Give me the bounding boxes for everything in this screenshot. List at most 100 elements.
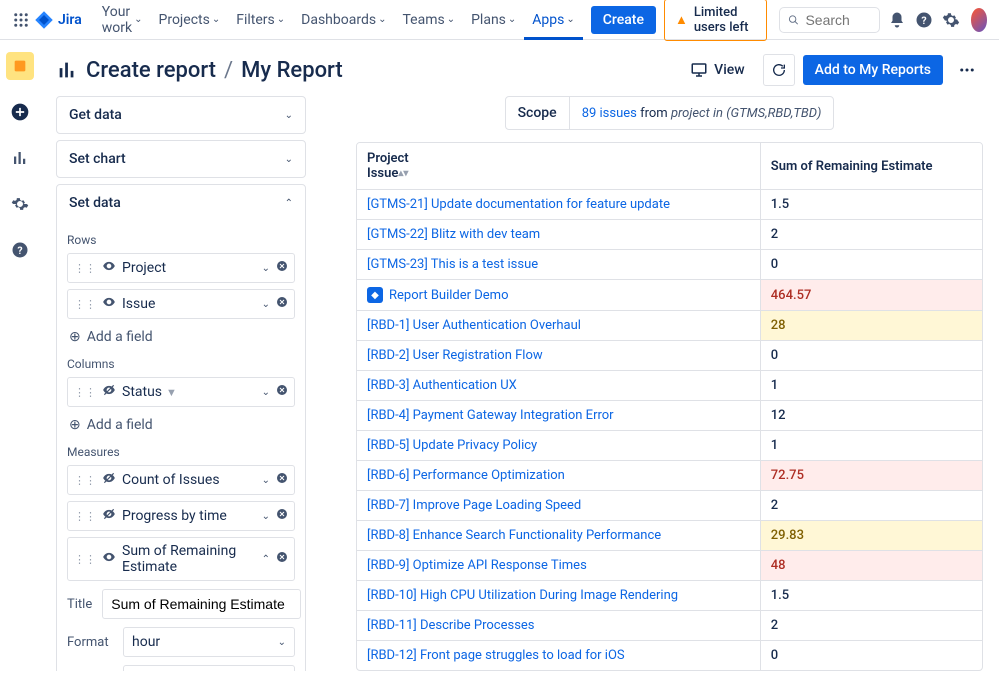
more-button[interactable]	[951, 54, 983, 86]
eye-off-icon[interactable]	[102, 507, 116, 525]
reports-icon[interactable]	[6, 144, 34, 172]
table-row: [RBD-3] Authentication UX1	[357, 371, 982, 401]
remove-icon[interactable]	[276, 472, 288, 488]
issue-link[interactable]: [RBD-11] Describe Processes	[367, 618, 535, 633]
eye-off-icon[interactable]	[102, 383, 116, 401]
breadcrumb-create[interactable]: Create report	[86, 58, 216, 83]
issue-link[interactable]: [RBD-9] Optimize API Response Times	[367, 558, 587, 573]
format-value: hour	[132, 634, 160, 650]
issue-link[interactable]: [GTMS-22] Blitz with dev team	[367, 227, 540, 242]
monitor-icon	[690, 61, 708, 79]
issue-link[interactable]: [RBD-4] Payment Gateway Integration Erro…	[367, 408, 614, 423]
add-to-reports-button[interactable]: Add to My Reports	[803, 55, 943, 85]
drag-icon[interactable]: ⋮⋮	[74, 298, 96, 311]
col-sum-remaining[interactable]: Sum of Remaining Estimate	[760, 143, 982, 190]
issue-link[interactable]: [RBD-7] Improve Page Loading Speed	[367, 498, 581, 513]
help-icon[interactable]: ?	[915, 6, 934, 34]
drag-icon[interactable]: ⋮⋮	[74, 262, 96, 275]
value-cell: 0	[760, 341, 982, 371]
app-switcher-icon[interactable]	[12, 8, 30, 32]
chevron-down-icon[interactable]: ⌄	[262, 387, 270, 398]
issue-link[interactable]: [RBD-2] User Registration Flow	[367, 348, 543, 363]
refresh-button[interactable]	[763, 54, 795, 86]
issue-link[interactable]: [GTMS-21] Update documentation for featu…	[367, 197, 670, 212]
table-row: [RBD-4] Payment Gateway Integration Erro…	[357, 401, 982, 431]
create-button[interactable]: Create	[591, 6, 656, 34]
help-rail-icon[interactable]: ?	[6, 236, 34, 264]
topbar: Jira Your work⌄Projects⌄Filters⌄Dashboar…	[0, 0, 999, 40]
chevron-down-icon[interactable]: ⌄	[262, 475, 270, 486]
remove-icon[interactable]	[276, 260, 288, 276]
add-icon[interactable]	[6, 98, 34, 126]
set-chart-panel[interactable]: Set chart ⌄	[57, 141, 305, 177]
add-column-field[interactable]: ⊕ Add a field	[67, 413, 295, 437]
issue-link[interactable]: [RBD-10] High CPU Utilization During Ima…	[367, 588, 678, 603]
columns-label: Columns	[67, 357, 295, 371]
add-row-field[interactable]: ⊕ Add a field	[67, 325, 295, 349]
locale-select[interactable]: 123456.78 ⌄	[123, 665, 295, 671]
project-link[interactable]: Report Builder Demo	[389, 288, 509, 303]
field-status[interactable]: ⋮⋮Status▼⌄	[67, 377, 295, 407]
drag-icon[interactable]: ⋮⋮	[74, 386, 96, 399]
search-box[interactable]	[779, 7, 880, 33]
gear-icon[interactable]	[6, 190, 34, 218]
nav-projects[interactable]: Projects⌄	[151, 0, 229, 40]
search-input[interactable]	[805, 12, 870, 28]
nav-your-work[interactable]: Your work⌄	[94, 0, 151, 40]
drag-icon[interactable]: ⋮⋮	[74, 510, 96, 523]
eye-icon[interactable]	[102, 550, 116, 568]
value-cell: 1.5	[760, 581, 982, 611]
issue-link[interactable]: [GTMS-23] This is a test issue	[367, 257, 538, 272]
settings-icon[interactable]	[942, 6, 961, 34]
field-project[interactable]: ⋮⋮Project⌄	[67, 253, 295, 283]
field-sum-of-remaining-estimate[interactable]: ⋮⋮Sum of Remaining Estimate⌃	[67, 537, 295, 581]
eye-icon[interactable]	[102, 259, 116, 277]
eye-icon[interactable]	[102, 295, 116, 313]
nav-filters[interactable]: Filters⌄	[228, 0, 293, 40]
remove-icon[interactable]	[276, 296, 288, 312]
remove-icon[interactable]	[276, 508, 288, 524]
measures-label: Measures	[67, 445, 295, 459]
nav-teams[interactable]: Teams⌄	[394, 0, 463, 40]
drag-icon[interactable]: ⋮⋮	[74, 553, 96, 566]
chevron-down-icon[interactable]: ⌄	[262, 511, 270, 522]
app-icon[interactable]	[6, 52, 34, 80]
field-progress-by-time[interactable]: ⋮⋮Progress by time⌄	[67, 501, 295, 531]
notifications-icon[interactable]	[888, 6, 907, 34]
limited-users-badge[interactable]: ▲ Limited users left	[664, 0, 767, 41]
issue-link[interactable]: [RBD-3] Authentication UX	[367, 378, 517, 393]
issue-link[interactable]: [RBD-5] Update Privacy Policy	[367, 438, 537, 453]
jira-logo[interactable]: Jira	[34, 10, 82, 30]
set-data-panel[interactable]: Set data ⌃	[57, 185, 305, 221]
table-row: [RBD-13] Product Catalog Management74.5	[357, 671, 982, 672]
value-cell: 2	[760, 491, 982, 521]
chevron-down-icon: ⌄	[285, 154, 293, 165]
remove-icon[interactable]	[276, 551, 288, 567]
chevron-down-icon[interactable]: ⌄	[262, 299, 270, 310]
field-count-of-issues[interactable]: ⋮⋮Count of Issues⌄	[67, 465, 295, 495]
issue-link[interactable]: [RBD-8] Enhance Search Functionality Per…	[367, 528, 661, 543]
nav-dashboards[interactable]: Dashboards⌄	[293, 0, 394, 40]
drag-icon[interactable]: ⋮⋮	[74, 474, 96, 487]
issue-link[interactable]: [RBD-6] Performance Optimization	[367, 468, 565, 483]
col-project-issue[interactable]: Project Issue ▴▾	[357, 143, 760, 190]
view-button[interactable]: View	[680, 55, 755, 85]
field-issue[interactable]: ⋮⋮Issue⌄	[67, 289, 295, 319]
nav-apps[interactable]: Apps⌄	[524, 0, 582, 40]
title-input[interactable]	[102, 589, 301, 619]
user-avatar[interactable]	[971, 8, 987, 32]
left-rail: ?	[0, 40, 40, 687]
sort-icon[interactable]: ▴▾	[398, 168, 408, 179]
nav-plans[interactable]: Plans⌄	[463, 0, 524, 40]
scope-link[interactable]: 89 issues	[582, 106, 637, 121]
issue-link[interactable]: [RBD-12] Front page struggles to load fo…	[367, 648, 625, 663]
get-data-panel[interactable]: Get data ⌄	[57, 97, 305, 133]
format-select[interactable]: hour ⌄	[123, 627, 295, 657]
chevron-up-icon[interactable]: ⌃	[262, 554, 270, 565]
remove-icon[interactable]	[276, 384, 288, 400]
eye-off-icon[interactable]	[102, 471, 116, 489]
chevron-down-icon[interactable]: ⌄	[262, 263, 270, 274]
table-row: [RBD-5] Update Privacy Policy1	[357, 431, 982, 461]
issue-link[interactable]: [RBD-1] User Authentication Overhaul	[367, 318, 581, 333]
scope-from: from	[637, 106, 671, 121]
